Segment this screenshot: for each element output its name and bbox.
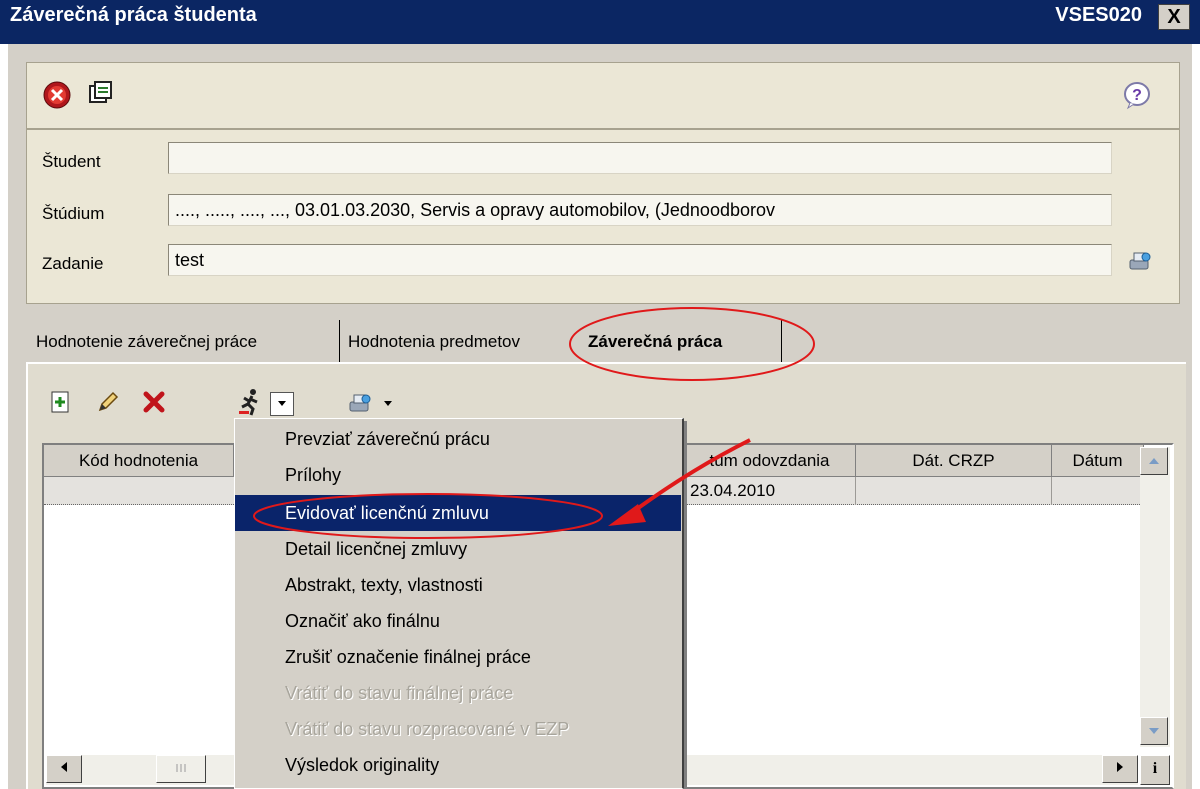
info-button[interactable]: i: [1140, 755, 1170, 785]
tab-hodnotenia-predmetov[interactable]: Hodnotenia predmetov: [342, 320, 564, 364]
scroll-down-button[interactable]: [1140, 717, 1168, 745]
close-button[interactable]: X: [1158, 4, 1190, 30]
delete-icon[interactable]: [138, 386, 170, 418]
main-toolbar: ?: [26, 62, 1180, 130]
student-field[interactable]: [168, 142, 1112, 174]
tab-hodnotenie-zaverecnej-prace[interactable]: Hodnotenie záverečnej práce: [30, 320, 340, 364]
menu-item-prevziat-zaverecnu-pracu[interactable]: Prevziať záverečnú prácu: [235, 421, 681, 457]
studium-label: Štúdium: [42, 204, 105, 223]
window-title: Záverečná práca študenta: [10, 4, 257, 26]
add-record-icon[interactable]: [44, 386, 76, 418]
window-title-bar[interactable]: Záverečná práca študenta VSES020 X: [0, 0, 1200, 44]
column-header-dat-crzp[interactable]: Dát. CRZP: [856, 445, 1052, 477]
dropdown-arrow-icon[interactable]: [270, 392, 294, 416]
menu-item-vratit-do-stavu-finalnej-prace: Vrátiť do stavu finálnej práce: [285, 683, 514, 703]
menu-item-oznacit-ako-finalnu[interactable]: Označiť ako finálnu: [235, 603, 681, 639]
exit-icon[interactable]: [40, 78, 74, 112]
print-options-icon[interactable]: [344, 388, 376, 418]
menu-item-evidovat-licencnu-zmluvu[interactable]: Evidovať licenčnú zmluvu: [235, 495, 681, 531]
column-header-datum[interactable]: Dátum: [1052, 445, 1144, 477]
cell-dat-crzp: [856, 477, 1052, 505]
help-icon[interactable]: ?: [1120, 78, 1154, 112]
lookup-icon[interactable]: [1124, 246, 1156, 276]
menu-item-zrusit-oznacenie-finalnej-prace[interactable]: Zrušiť označenie finálnej práce: [235, 639, 681, 675]
scroll-right-button[interactable]: [1102, 755, 1138, 783]
zadanie-label: Zadanie: [42, 254, 104, 273]
print-dropdown-arrow-icon[interactable]: [378, 392, 398, 416]
scroll-thumb[interactable]: [156, 755, 206, 783]
run-actions-icon[interactable]: [234, 386, 268, 418]
actions-menu: Prevziať záverečnú prácu Prílohy Evidova…: [234, 418, 684, 789]
column-header-datum-odovzdania[interactable]: tum odovzdania: [684, 445, 856, 477]
window-code: VSES020: [1055, 4, 1142, 26]
menu-item-detail-licencnej-zmluvy[interactable]: Detail licenčnej zmluvy: [235, 531, 681, 567]
studium-field[interactable]: ...., ....., ...., ..., 03.01.03.2030, S…: [168, 194, 1112, 226]
menu-item-vysledok-originality[interactable]: Výsledok originality: [235, 747, 681, 783]
svg-text:?: ?: [1132, 87, 1142, 104]
column-header-kod-hodnotenia[interactable]: Kód hodnotenia: [44, 445, 234, 477]
cell-datum-odovzdania: 23.04.2010: [684, 477, 856, 505]
menu-item-vratit-do-stavu-rozpracovane: Vrátiť do stavu rozpracované v EZP: [285, 719, 570, 739]
menu-item-abstrakt-texty-vlastnosti[interactable]: Abstrakt, texty, vlastnosti: [235, 567, 681, 603]
save-all-icon[interactable]: [84, 76, 118, 110]
student-label: Študent: [42, 152, 101, 171]
vertical-scrollbar[interactable]: [1140, 447, 1170, 747]
scroll-up-button[interactable]: [1140, 447, 1168, 475]
menu-item-prilohy[interactable]: Prílohy: [235, 457, 681, 493]
scroll-left-button[interactable]: [46, 755, 82, 783]
tab-zaverecna-praca[interactable]: Záverečná práca: [582, 320, 782, 364]
zadanie-field[interactable]: test: [168, 244, 1112, 276]
edit-pencil-icon[interactable]: [92, 386, 124, 418]
